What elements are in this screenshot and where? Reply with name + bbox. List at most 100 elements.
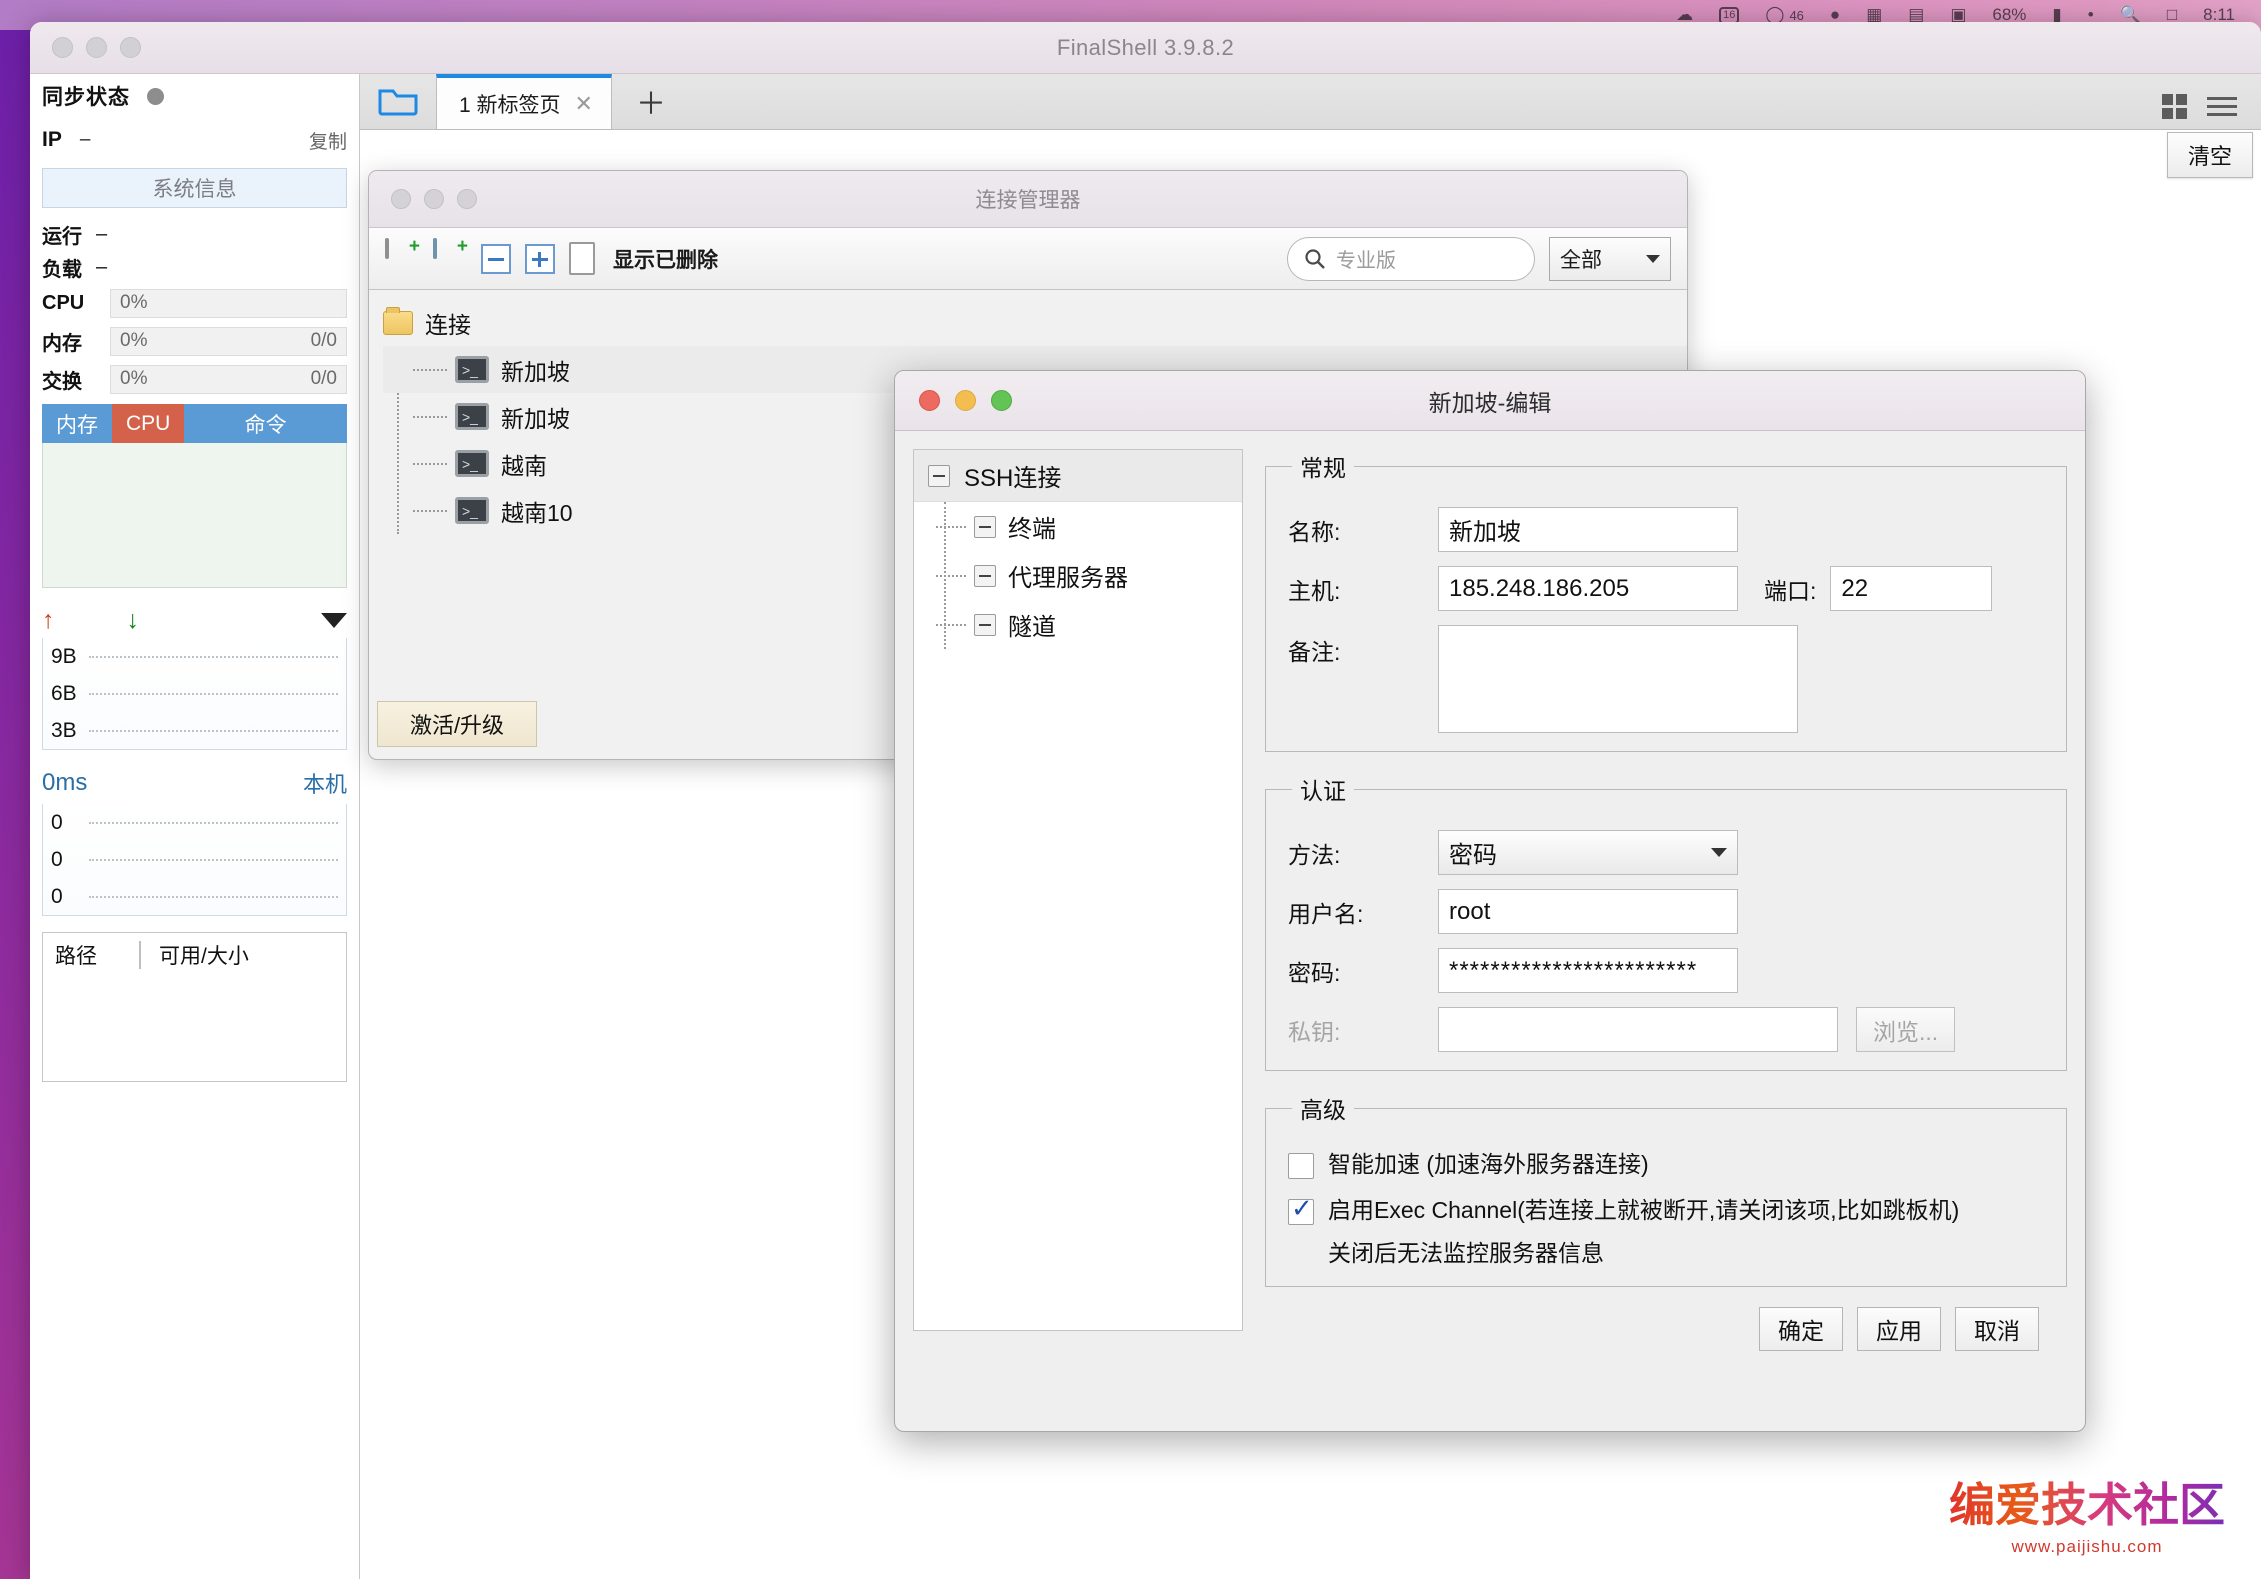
edit-dialog-content: 常规 名称: 新加坡 主机: 185.248.186.205 端口: 22 备注…: [1265, 449, 2067, 1413]
ping-host-label: 本机: [302, 772, 347, 797]
download-arrow-icon: ↓: [126, 605, 140, 634]
collapse-toggle-icon[interactable]: [974, 613, 996, 636]
edit-connection-dialog: 新加坡-编辑 SSH连接 终端 代理服务器 隧道 常规 名称: 新加坡 主机: …: [894, 370, 2086, 1432]
tab-cpu[interactable]: CPU: [112, 404, 185, 443]
swap-meter-percent: 0%: [120, 368, 148, 389]
apply-button[interactable]: 应用: [1857, 1307, 1941, 1352]
host-row: 主机: 185.248.186.205 端口: 22: [1288, 566, 2044, 611]
name-label: 名称:: [1288, 518, 1341, 545]
chevron-down-icon: [1646, 254, 1660, 263]
ping-axis-label-3: 0: [51, 884, 63, 908]
edit-dialog-nav: SSH连接 终端 代理服务器 隧道: [913, 449, 1243, 1331]
chevron-down-icon[interactable]: [321, 612, 347, 628]
ping-axis-row: 0: [43, 878, 346, 915]
exec-channel-label: 启用Exec Channel(若连接上就被断开,请关闭该项,比如跳板机): [1328, 1196, 1960, 1223]
expand-all-icon[interactable]: [525, 243, 555, 274]
tab-new-page[interactable]: 1 新标签页 ✕: [436, 74, 612, 129]
close-icon[interactable]: ✕: [575, 91, 593, 117]
memory-meter: 0% 0/0: [110, 326, 347, 356]
new-connection-icon[interactable]: +: [385, 237, 420, 278]
collapse-toggle-icon[interactable]: [974, 515, 996, 538]
new-tab-button[interactable]: ＋: [612, 90, 690, 120]
connection-manager-title: 连接管理器: [975, 189, 1081, 212]
menu-icon[interactable]: [2207, 92, 2237, 121]
cancel-button[interactable]: 取消: [1955, 1307, 2039, 1352]
network-axis-row: 3B: [43, 712, 346, 749]
ip-label: IP: [42, 128, 62, 151]
tree-root-connections[interactable]: 连接: [383, 300, 1687, 346]
tab-command[interactable]: 命令: [184, 404, 347, 443]
filter-dropdown[interactable]: 全部: [1549, 236, 1671, 281]
nav-item-terminal[interactable]: 终端: [914, 502, 1242, 551]
edit-dialog-body: SSH连接 终端 代理服务器 隧道 常规 名称: 新加坡 主机: 185.248…: [895, 431, 2085, 1431]
resource-tabstrip[interactable]: 内存 CPU 命令: [42, 404, 347, 443]
new-folder-icon[interactable]: +: [433, 237, 468, 278]
tree-item-label: 越南10: [501, 499, 573, 526]
nav-item-tunnel[interactable]: 隧道: [914, 600, 1242, 649]
name-row: 名称: 新加坡: [1288, 507, 2044, 552]
terminal-icon: >_: [455, 403, 489, 430]
browse-button[interactable]: 浏览...: [1856, 1007, 1956, 1052]
password-label: 密码:: [1288, 959, 1341, 986]
activate-upgrade-button[interactable]: 激活/升级: [377, 701, 537, 747]
open-folder-button[interactable]: [360, 73, 436, 129]
collapse-all-icon[interactable]: [481, 243, 511, 274]
nav-item-label: 隧道: [1008, 614, 1056, 641]
show-deleted-checkbox[interactable]: [569, 242, 595, 275]
edit-dialog-title: 新加坡-编辑: [1428, 389, 1552, 416]
app-titlebar: FinalShell 3.9.8.2: [30, 22, 2261, 74]
name-input[interactable]: 新加坡: [1438, 507, 1738, 552]
smart-accel-checkbox[interactable]: [1288, 1153, 1314, 1179]
note-textarea[interactable]: [1438, 625, 1798, 733]
memory-meter-percent: 0%: [120, 330, 148, 351]
ok-button[interactable]: 确定: [1759, 1307, 1843, 1352]
ip-row: IP – 复制: [42, 118, 347, 162]
exec-channel-checkbox[interactable]: [1288, 1193, 1314, 1225]
nav-item-proxy-server[interactable]: 代理服务器: [914, 551, 1242, 600]
finalshell-window: FinalShell 3.9.8.2 同步状态 IP – 复制 系统信息 运行 …: [30, 22, 2261, 1579]
exec-channel-row[interactable]: 启用Exec Channel(若连接上就被断开,请关闭该项,比如跳板机): [1288, 1193, 2044, 1227]
network-axis-label-3b: 3B: [51, 718, 77, 742]
privatekey-input[interactable]: [1438, 1007, 1838, 1052]
clear-button[interactable]: 清空: [2167, 132, 2253, 178]
collapse-toggle-icon[interactable]: [928, 464, 950, 487]
note-label: 备注:: [1288, 639, 1341, 665]
system-info-button[interactable]: 系统信息: [42, 168, 347, 208]
cpu-meter-label: CPU: [42, 291, 85, 314]
privatekey-row: 私钥: 浏览...: [1288, 1007, 2044, 1052]
host-input[interactable]: 185.248.186.205: [1438, 566, 1738, 611]
tab-memory[interactable]: 内存: [42, 404, 112, 443]
username-input[interactable]: root: [1438, 889, 1738, 934]
method-row: 方法: 密码: [1288, 830, 2044, 875]
disk-table-header: 路径 可用/大小: [43, 933, 346, 977]
password-input[interactable]: ************************: [1438, 948, 1738, 993]
port-input[interactable]: 22: [1830, 566, 1993, 611]
load-value: –: [96, 256, 108, 278]
disk-table: 路径 可用/大小: [42, 932, 347, 1082]
network-axis-label-6b: 6B: [51, 681, 77, 705]
network-axis-label-9b: 9B: [51, 644, 77, 668]
nav-item-ssh-connection[interactable]: SSH连接: [914, 450, 1242, 502]
search-placeholder: 专业版: [1336, 250, 1396, 272]
collapse-toggle-icon[interactable]: [974, 564, 996, 587]
app-title: FinalShell 3.9.8.2: [1056, 34, 1235, 60]
gridline: [89, 895, 338, 898]
memory-meter-detail: 0/0: [310, 330, 337, 351]
disk-column-size: 可用/大小: [159, 945, 249, 968]
network-axis-row: 9B: [43, 638, 346, 675]
menubar-icon-badge-16[interactable]: 16: [1719, 6, 1740, 24]
tabbar: 1 新标签页 ✕ ＋: [360, 74, 2261, 130]
copy-ip-button[interactable]: 复制: [309, 127, 347, 154]
nav-root-label: SSH连接: [964, 465, 1062, 492]
method-dropdown[interactable]: 密码: [1438, 830, 1738, 875]
auth-group: 认证 方法: 密码 用户名: root 密码: ****************…: [1265, 772, 2067, 1071]
auth-group-legend: 认证: [1300, 778, 1346, 804]
folder-icon: [378, 89, 418, 116]
memory-meter-row: 内存 0% 0/0: [42, 322, 347, 360]
smart-accel-row[interactable]: 智能加速 (加速海外服务器连接): [1288, 1149, 2044, 1181]
search-input[interactable]: 专业版: [1287, 236, 1535, 281]
sidebar: 同步状态 IP – 复制 系统信息 运行 – 负载 – CPU 0% 内存 0%…: [30, 74, 360, 1579]
grid-layout-icon[interactable]: [2162, 94, 2187, 119]
advanced-group: 高级 智能加速 (加速海外服务器连接) 启用Exec Channel(若连接上就…: [1265, 1091, 2067, 1288]
ip-value: –: [79, 129, 91, 150]
